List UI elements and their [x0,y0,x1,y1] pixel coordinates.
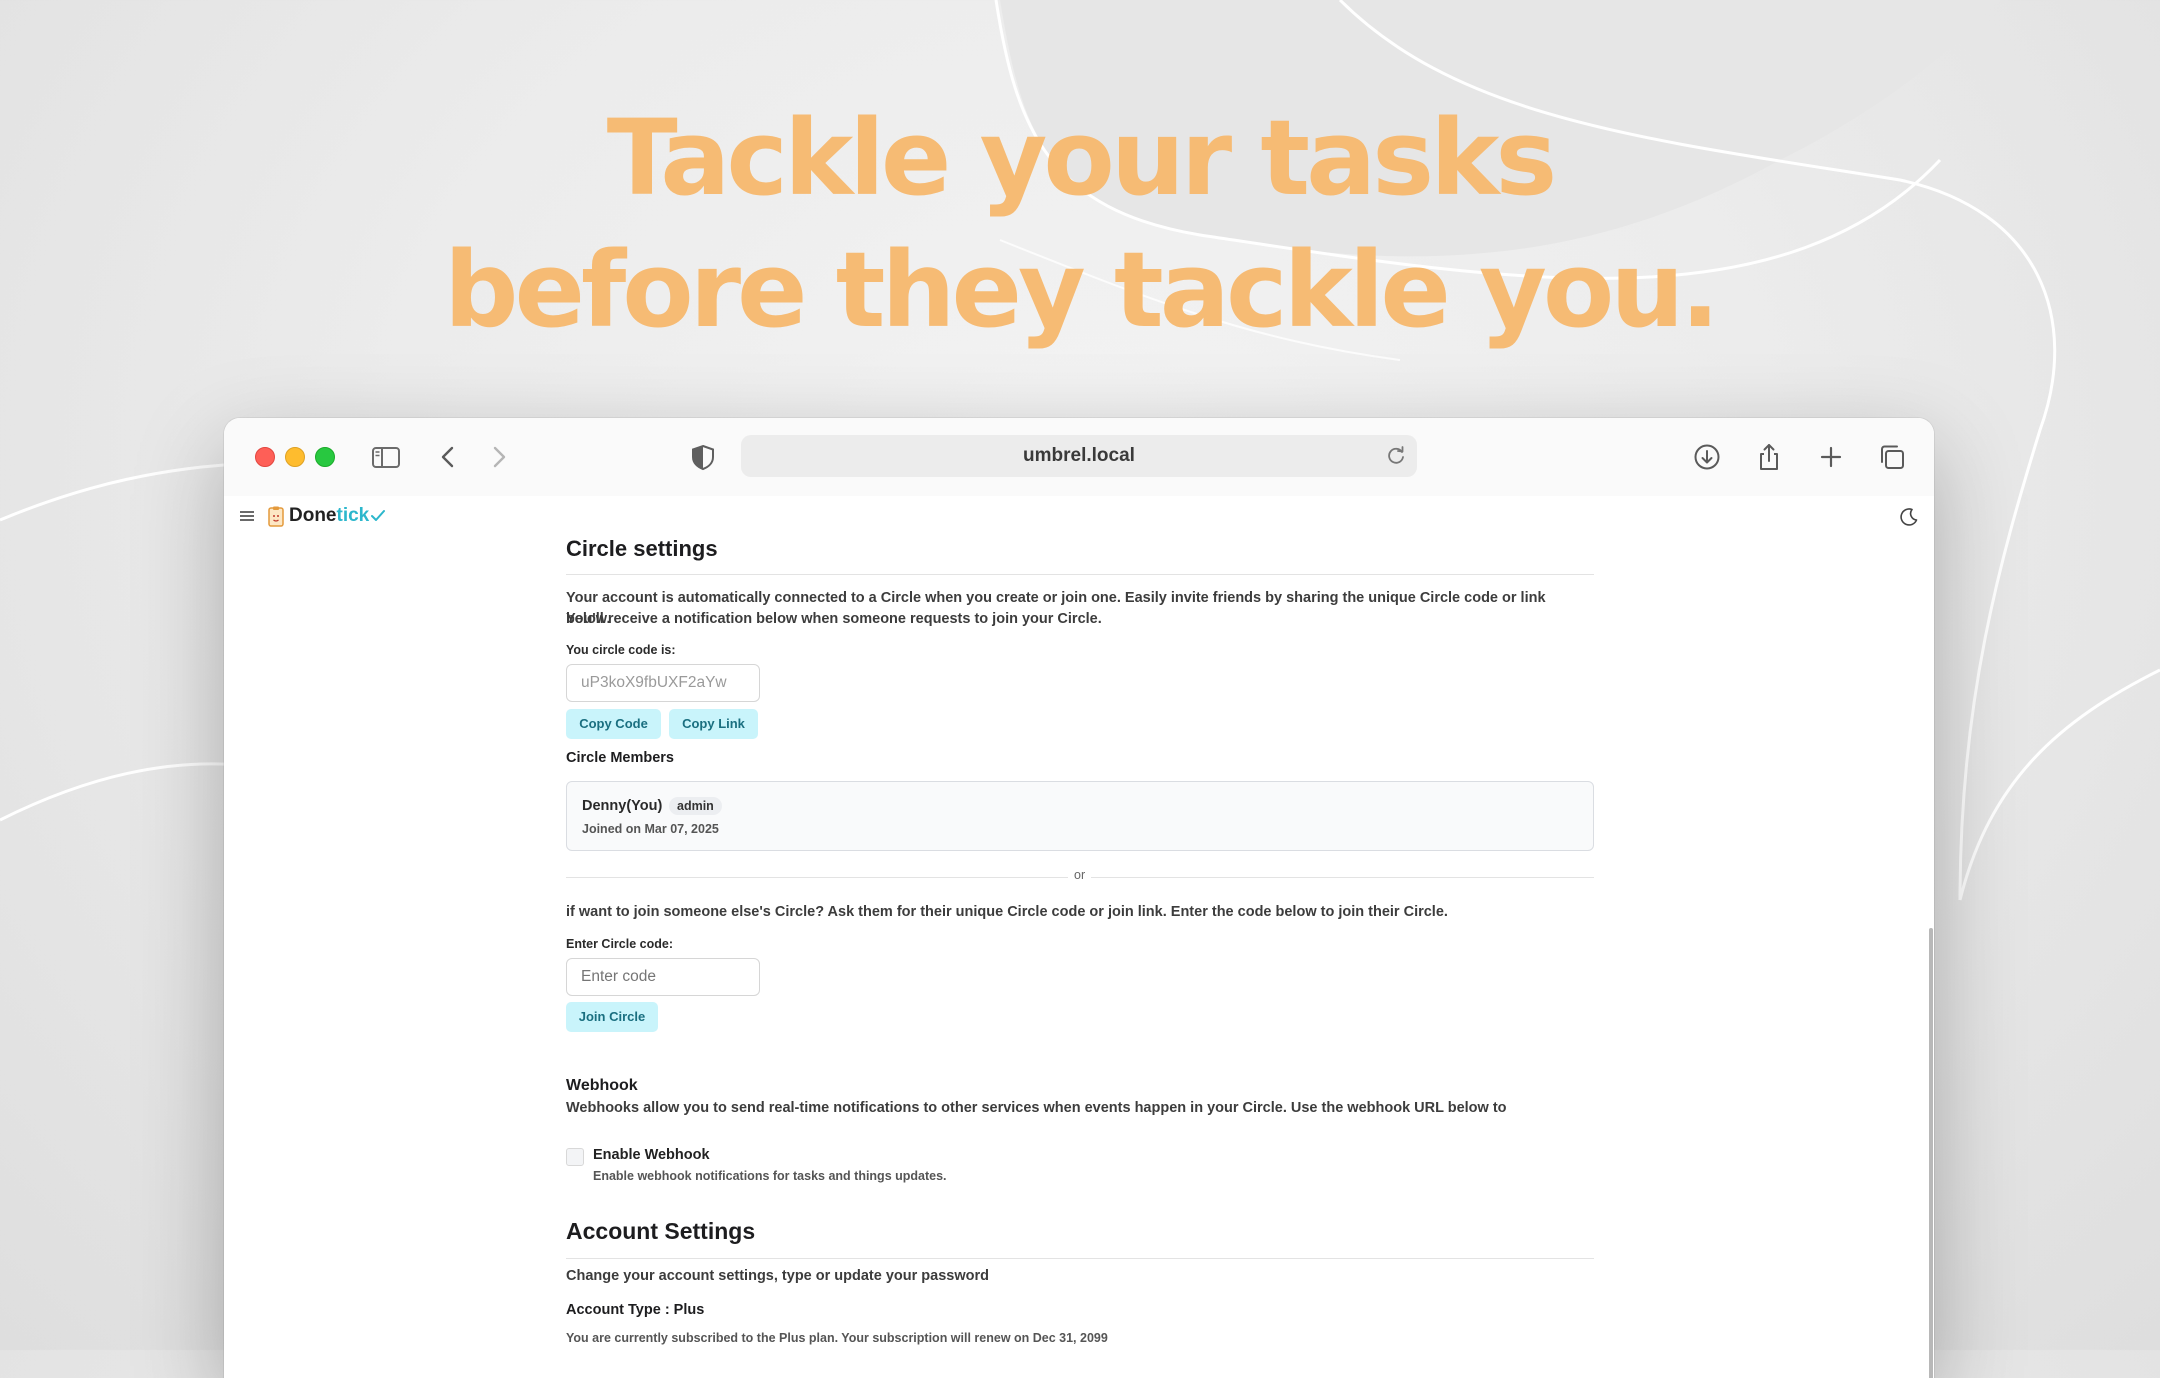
reload-icon[interactable] [1383,443,1409,469]
divider [566,574,1594,575]
member-joined-date: Joined on Mar 07, 2025 [582,822,719,836]
headline-line-1: Tackle your tasks [606,97,1558,219]
circle-settings-title: Circle settings [566,536,718,561]
new-tab-icon[interactable] [1814,440,1848,474]
circle-code-label: You circle code is: [566,643,676,657]
enable-webhook-label[interactable]: Enable Webhook [593,1147,710,1163]
circle-intro-line-2: You'll receive a notification below when… [566,611,1102,627]
browser-window: umbrel.local Done tick Circle settings Yo… [224,418,1934,1378]
account-type-label: Account Type : Plus [566,1302,705,1318]
member-card: Denny(You) admin Joined on Mar 07, 2025 [566,781,1594,851]
member-name: Denny(You) [582,798,663,814]
or-divider-text: or [1068,868,1092,882]
tabs-overview-icon[interactable] [1875,440,1909,474]
enable-webhook-checkbox[interactable] [566,1148,584,1166]
address-bar[interactable]: umbrel.local [741,435,1417,477]
account-settings-description: Change your account settings, type or up… [566,1268,989,1284]
enable-webhook-help: Enable webhook notifications for tasks a… [593,1169,947,1183]
copy-link-button[interactable]: Copy Link [669,709,758,739]
webhook-title: Webhook [566,1077,638,1094]
headline-line-2: before they tackle you. [444,229,1720,351]
minimize-window-button[interactable] [285,447,305,467]
join-circle-button[interactable]: Join Circle [566,1002,658,1032]
circle-members-title: Circle Members [566,750,674,766]
circle-code-field[interactable]: uP3koX9fbUXF2aYw [566,664,760,702]
subscription-text: You are currently subscribed to the Plus… [566,1331,1108,1345]
privacy-shield-icon[interactable] [686,440,720,474]
sidebar-icon[interactable] [369,440,403,474]
checkmark-icon [371,510,386,521]
member-role-badge: admin [669,797,722,815]
divider [566,1258,1594,1259]
browser-toolbar: umbrel.local [224,418,1934,497]
clipboard-logo-icon [268,506,284,527]
download-icon[interactable] [1690,440,1724,474]
share-icon[interactable] [1752,440,1786,474]
url-text: umbrel.local [1023,445,1135,466]
zoom-window-button[interactable] [315,447,335,467]
logo-text-done: Done [289,505,337,526]
close-window-button[interactable] [255,447,275,467]
enter-code-input[interactable] [566,958,760,996]
webhook-description: Webhooks allow you to send real-time not… [566,1100,1507,1116]
back-icon[interactable] [432,440,466,474]
copy-code-button[interactable]: Copy Code [566,709,661,739]
page-scrollbar[interactable] [1929,928,1933,1378]
app-logo[interactable]: Done tick [267,504,386,528]
hamburger-menu-icon[interactable] [238,508,256,524]
enter-code-label: Enter Circle code: [566,937,673,951]
dark-mode-moon-icon[interactable] [1898,506,1920,528]
account-settings-title: Account Settings [566,1218,756,1244]
forward-icon[interactable] [481,440,515,474]
hero-headline: Tackle your tasks before they tackle you… [0,92,2160,356]
join-circle-text: if want to join someone else's Circle? A… [566,904,1448,920]
page-content: Done tick Circle settings Your account is… [224,496,1934,1378]
logo-text-tick: tick [336,505,370,526]
